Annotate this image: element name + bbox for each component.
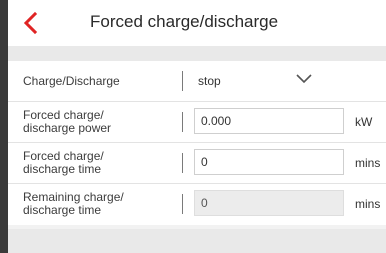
remaining-display xyxy=(194,190,344,216)
row-divider xyxy=(182,112,183,132)
header-bar: Forced charge/discharge xyxy=(8,0,386,46)
row-divider xyxy=(182,71,183,91)
power-row: Forced charge/ discharge power kW xyxy=(8,102,386,143)
row-divider xyxy=(182,194,183,214)
back-button[interactable] xyxy=(20,10,44,36)
time-unit: mins xyxy=(355,156,381,170)
settings-panel: Forced charge/discharge Charge/Discharge… xyxy=(8,0,386,253)
page-title: Forced charge/discharge xyxy=(90,12,279,31)
chevron-left-icon xyxy=(23,11,38,35)
time-label: Forced charge/ discharge time xyxy=(23,149,104,176)
mode-label: Charge/Discharge xyxy=(23,73,120,88)
power-unit: kW xyxy=(355,115,373,129)
charge-form: Charge/Discharge stop Forced charge/ dis… xyxy=(8,61,386,225)
time-row: Forced charge/ discharge time mins xyxy=(8,143,386,184)
remaining-unit: mins xyxy=(355,197,381,211)
section-spacer xyxy=(8,46,386,61)
mode-select[interactable]: stop xyxy=(194,61,324,101)
remaining-label: Remaining charge/ discharge time xyxy=(23,190,124,217)
remaining-row: Remaining charge/ discharge time mins xyxy=(8,184,386,225)
power-label: Forced charge/ discharge power xyxy=(23,108,112,135)
footer-spacer xyxy=(8,229,386,253)
row-divider xyxy=(182,153,183,173)
mode-value: stop xyxy=(198,74,221,88)
chevron-down-icon xyxy=(296,74,312,84)
mode-row: Charge/Discharge stop xyxy=(8,61,386,102)
power-input[interactable] xyxy=(194,108,344,134)
time-input[interactable] xyxy=(194,149,344,175)
